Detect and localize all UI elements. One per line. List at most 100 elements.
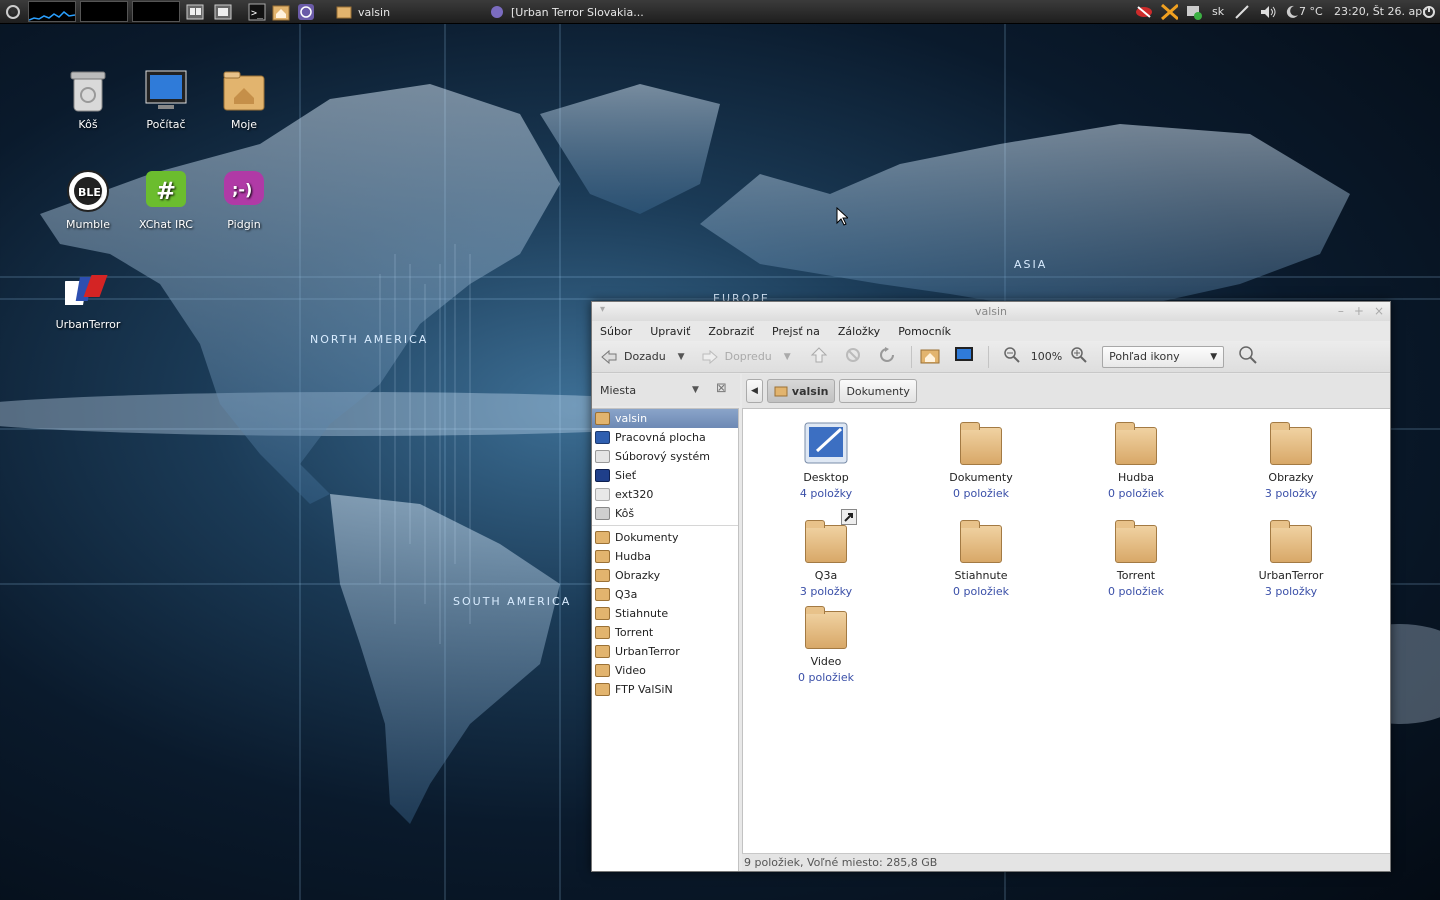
file-item-stiahnute[interactable]: Stiahnute 0 položiek — [921, 519, 1041, 598]
path-crumb-documents[interactable]: Dokumenty — [839, 379, 917, 403]
file-count: 4 položky — [799, 487, 853, 500]
home-button[interactable] — [920, 346, 940, 367]
sidebar-item-label: Pracovná plocha — [615, 431, 706, 444]
sidebar-item-desktop[interactable]: Pracovná plocha — [592, 428, 738, 447]
disconnected-icon[interactable] — [1135, 3, 1153, 21]
reload-button[interactable] — [879, 347, 897, 366]
menu-bookmarks[interactable]: Záložky — [838, 325, 880, 338]
file-item-q3a[interactable]: Q3a 3 položky — [766, 509, 886, 598]
update-alert-icon[interactable] — [1160, 3, 1178, 21]
desktop-icon-computer[interactable]: Počítač — [128, 68, 204, 131]
sidebar-item-home[interactable]: valsin — [592, 409, 738, 428]
minimize-icon[interactable]: – — [1338, 304, 1344, 318]
sidebar-bookmark-dokumenty[interactable]: Dokumenty — [592, 528, 738, 547]
window-titlebar[interactable]: ▾ valsin – + × — [592, 302, 1390, 321]
sidebar-item-network[interactable]: Sieť — [592, 466, 738, 485]
sidebar-bookmark-urbanterror[interactable]: UrbanTerror — [592, 642, 738, 661]
svg-text:;-): ;-) — [232, 180, 252, 199]
volume-icon[interactable] — [1259, 3, 1277, 21]
forward-label: Dopredu — [724, 350, 772, 363]
sidebar-bookmark-hudba[interactable]: Hudba — [592, 547, 738, 566]
sidebar-bookmark-q3a[interactable]: Q3a — [592, 585, 738, 604]
path-crumb-label: valsin — [791, 384, 829, 398]
view-mode-value: Pohľad ikony — [1109, 350, 1180, 363]
sidebar-bookmark-video[interactable]: Video — [592, 661, 738, 680]
logout-icon[interactable] — [1420, 3, 1438, 21]
cpu-graph[interactable] — [28, 1, 76, 22]
file-item-dokumenty[interactable]: Dokumenty 0 položiek — [921, 421, 1041, 500]
weather-temp[interactable]: 7 °C — [1299, 5, 1323, 18]
sidebar-close-icon[interactable]: ⊠ — [716, 381, 727, 396]
home-launcher-icon[interactable] — [272, 3, 290, 21]
task-valsin[interactable]: valsin — [332, 1, 482, 23]
desktop-icon-xchat[interactable]: # XChat IRC — [128, 168, 204, 231]
close-icon[interactable]: × — [1374, 304, 1384, 318]
zoom-in-button[interactable] — [1070, 346, 1088, 367]
path-crumb-home[interactable]: valsin — [766, 379, 836, 403]
sidebar-dropdown-chevron-icon[interactable]: ▼ — [692, 385, 699, 395]
sidebar-bookmark-stiahnute[interactable]: Stiahnute — [592, 604, 738, 623]
folder-icon — [958, 519, 1004, 565]
maximize-icon[interactable]: + — [1354, 304, 1364, 318]
path-scroll-left-button[interactable]: ◀ — [746, 379, 763, 403]
sidebar-item-trash[interactable]: Kôš — [592, 504, 738, 523]
sidebar-bookmark-ftp[interactable]: FTP ValSiN — [592, 680, 738, 699]
file-count: 0 položiek — [953, 585, 1009, 598]
menu-file[interactable]: Súbor — [600, 325, 632, 338]
task-urban-terror[interactable]: [Urban Terror Slovakia... — [485, 1, 645, 23]
up-button[interactable] — [810, 347, 827, 366]
desktop-icon-home[interactable]: Moje — [206, 68, 282, 131]
workspace-switcher-1-icon[interactable] — [186, 3, 204, 21]
sidebar-bookmark-obrazky[interactable]: Obrazky — [592, 566, 738, 585]
pen-icon[interactable] — [1233, 3, 1251, 21]
terminal-launcher-icon[interactable]: >_ — [248, 3, 266, 21]
memory-graph[interactable] — [80, 1, 128, 22]
desktop-icon-urbanterror[interactable]: UrbanTerror — [50, 268, 126, 331]
folder-link-icon — [803, 509, 857, 565]
back-button[interactable]: Dozadu — [600, 349, 666, 365]
menu-go[interactable]: Prejsť na — [772, 325, 820, 338]
search-button[interactable] — [1238, 345, 1258, 368]
file-item-desktop[interactable]: Desktop 4 položky — [766, 421, 886, 500]
zoom-out-icon — [1003, 347, 1020, 363]
task-label: [Urban Terror Slovakia... — [511, 5, 644, 19]
zoom-out-button[interactable] — [1003, 346, 1021, 367]
computer-button[interactable] — [954, 346, 974, 367]
sidebar-item-label: UrbanTerror — [615, 645, 680, 658]
back-history-chevron-icon[interactable]: ▼ — [678, 352, 685, 362]
desktop-icon-pidgin[interactable]: ;-) Pidgin — [206, 168, 282, 231]
toolbar: Dozadu ▼ Dopredu ▼ 100% Pohľad ikony ▼ — [592, 341, 1390, 373]
file-item-hudba[interactable]: Hudba 0 položiek — [1076, 421, 1196, 500]
keyboard-layout[interactable]: sk — [1212, 5, 1224, 18]
menu-edit[interactable]: Upraviť — [650, 325, 690, 338]
back-label: Dozadu — [624, 350, 666, 363]
file-item-obrazky[interactable]: Obrazky 3 položky — [1231, 421, 1351, 500]
file-item-torrent[interactable]: Torrent 0 položiek — [1076, 519, 1196, 598]
workspace-switcher-2-icon[interactable] — [214, 3, 232, 21]
sidebar-bookmark-torrent[interactable]: Torrent — [592, 623, 738, 642]
network-status-icon[interactable] — [1185, 3, 1203, 21]
stop-button[interactable] — [845, 347, 861, 366]
file-item-video[interactable]: Video 0 položiek — [766, 605, 886, 684]
desktop-icon-mumble[interactable]: BLE Mumble — [50, 168, 126, 231]
stop-icon — [845, 348, 860, 362]
forward-history-chevron-icon[interactable]: ▼ — [784, 352, 791, 362]
desktop-icon-trash[interactable]: Kôš — [50, 68, 126, 131]
desktop-icon-label: XChat IRC — [139, 218, 193, 231]
clock[interactable]: 23:20, Št 26. apr — [1334, 5, 1427, 18]
debian-menu-icon[interactable] — [4, 3, 22, 21]
menu-help[interactable]: Pomocník — [898, 325, 951, 338]
network-graph[interactable] — [132, 1, 180, 22]
sidebar-item-filesystem[interactable]: Súborový systém — [592, 447, 738, 466]
forward-button[interactable]: Dopredu — [701, 349, 772, 365]
sidebar-item-label: Q3a — [615, 588, 638, 601]
file-item-urbanterror[interactable]: UrbanTerror 3 položky — [1231, 519, 1351, 598]
pidgin-launcher-icon[interactable] — [297, 3, 315, 21]
file-name: Dokumenty — [949, 471, 1013, 484]
sidebar-item-ext320[interactable]: ext320 — [592, 485, 738, 504]
symlink-arrow-icon — [841, 509, 857, 525]
window-menu-icon[interactable]: ▾ — [600, 304, 605, 315]
home-icon — [774, 386, 788, 397]
view-mode-select[interactable]: Pohľad ikony ▼ — [1102, 345, 1225, 368]
menu-view[interactable]: Zobraziť — [708, 325, 754, 338]
